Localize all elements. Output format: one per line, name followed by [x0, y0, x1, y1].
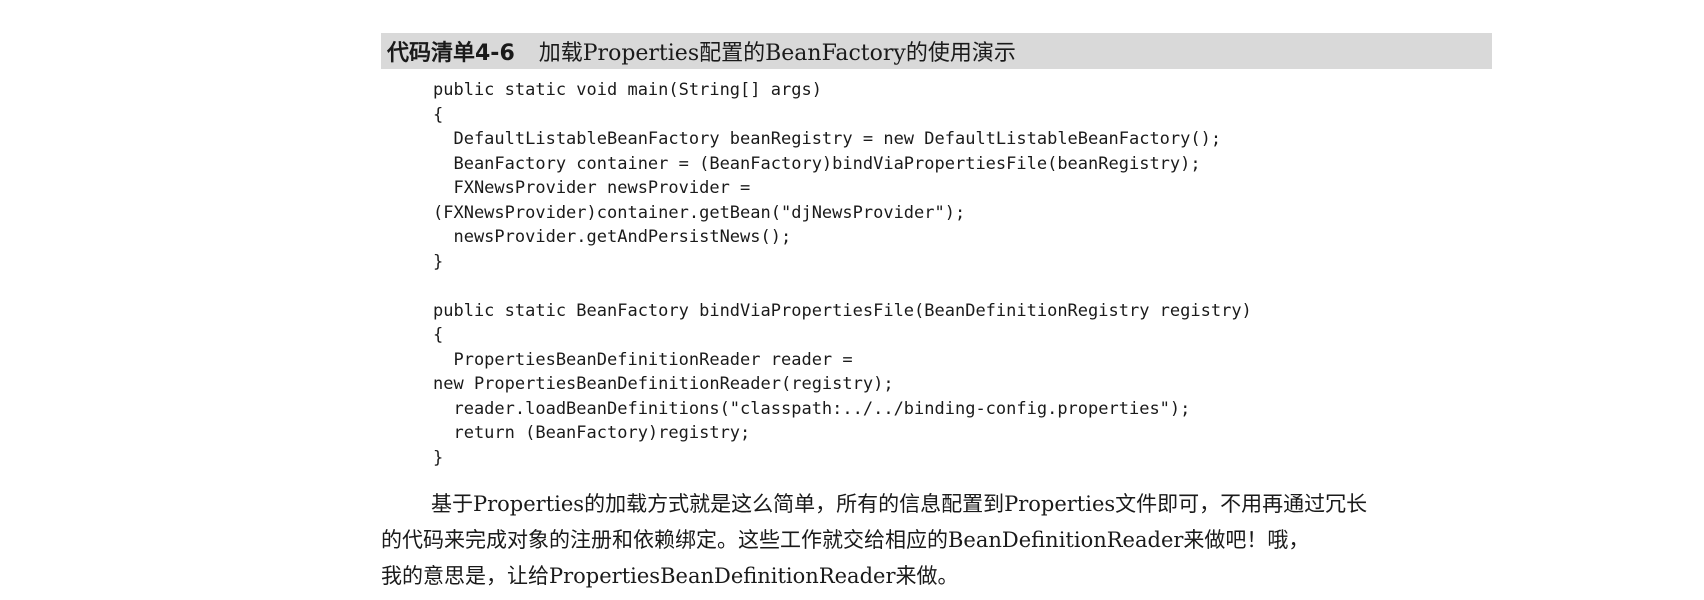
code-line: (FXNewsProvider)container.getBean("djNew…	[433, 202, 966, 223]
code-line: FXNewsProvider newsProvider =	[433, 178, 751, 198]
code-line: public static void main(String[] args)	[433, 80, 822, 100]
code-line: {	[433, 104, 444, 125]
body-paragraph: 基于Properties的加载方式就是这么简单，所有的信息配置到Properti…	[381, 486, 1492, 594]
code-line: public static BeanFactory bindViaPropert…	[433, 300, 1252, 321]
code-line: }	[433, 251, 444, 272]
listing-title: 加载Properties配置的BeanFactory的使用演示	[538, 41, 1016, 66]
code-line: return (BeanFactory)registry;	[433, 423, 751, 443]
book-page: 代码清单4-6 加载Properties配置的BeanFactory的使用演示 …	[0, 0, 1704, 600]
code-line: BeanFactory container = (BeanFactory)bin…	[433, 153, 1201, 174]
code-line: newsProvider.getAndPersistNews();	[433, 227, 792, 247]
code-line: }	[433, 447, 444, 468]
listing-number: 代码清单4-6	[387, 41, 515, 66]
code-line: DefaultListableBeanFactory beanRegistry …	[433, 129, 1222, 149]
code-line: {	[433, 325, 444, 345]
paragraph-line: 我的意思是，让给PropertiesBeanDefinitionReader来做…	[381, 564, 959, 588]
code-line: reader.loadBeanDefinitions("classpath:..…	[433, 398, 1191, 419]
paragraph-line: 基于Properties的加载方式就是这么简单，所有的信息配置到Properti…	[431, 492, 1368, 516]
code-listing: public static void main(String[] args) {…	[433, 78, 1252, 470]
code-listing-caption: 代码清单4-6 加载Properties配置的BeanFactory的使用演示	[381, 33, 1492, 69]
code-line: new PropertiesBeanDefinitionReader(regis…	[433, 374, 894, 394]
paragraph-line: 的代码来完成对象的注册和依赖绑定。这些工作就交给相应的BeanDefinitio…	[381, 528, 1310, 552]
code-line: PropertiesBeanDefinitionReader reader =	[433, 349, 853, 370]
